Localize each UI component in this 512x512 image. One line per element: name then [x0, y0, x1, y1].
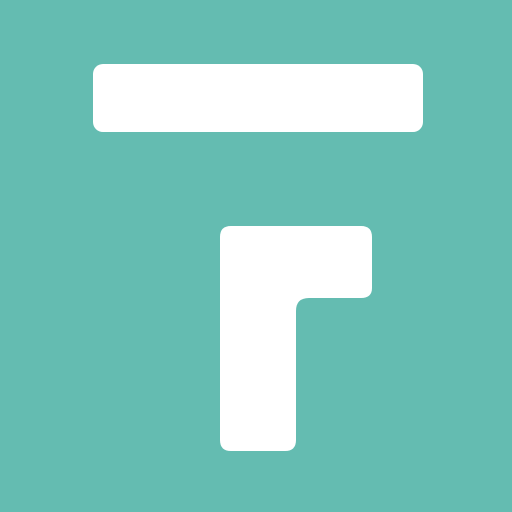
top-bar-shape — [93, 64, 423, 132]
app-icon-canvas — [0, 0, 512, 512]
app-logo-icon — [0, 0, 512, 512]
